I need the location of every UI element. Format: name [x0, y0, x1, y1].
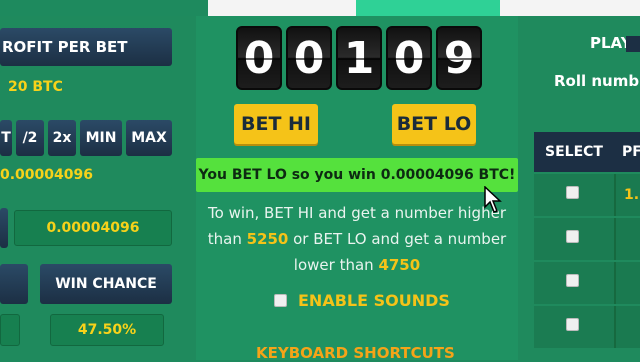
win-chance-input[interactable]: 47.50% — [50, 314, 164, 346]
bet-hi-button[interactable]: BET HI — [234, 104, 318, 144]
roll-digit: 0 — [236, 26, 282, 90]
roll-digit: 0 — [286, 26, 332, 90]
min-label: MIN — [85, 130, 117, 146]
multiplier-button-0[interactable]: T — [0, 120, 12, 156]
roll-digit: 1 — [336, 26, 382, 90]
payout-text: 0.00004096 — [46, 220, 140, 236]
bet-amount-input[interactable]: 0.00004096 — [0, 160, 172, 190]
double-label: 2x — [52, 130, 72, 146]
top-tab-active[interactable] — [356, 0, 500, 16]
lo-threshold: 4750 — [378, 256, 421, 274]
rules-line-3: lower than 4750 — [293, 256, 421, 274]
profit-value: 20 BTC — [0, 70, 172, 104]
win-chance-label: WIN CHANCE — [55, 276, 157, 292]
enable-sounds-checkbox[interactable] — [274, 294, 287, 307]
table-cell — [614, 262, 640, 304]
rules-line-1: To win, BET HI and get a number higher — [208, 204, 506, 222]
bet-lo-button[interactable]: BET LO — [392, 104, 476, 144]
side-block — [0, 264, 28, 304]
top-tab-white-2[interactable] — [500, 0, 640, 16]
select-column-header: SELECT — [534, 132, 614, 172]
table-cell — [614, 306, 640, 348]
max-button[interactable]: MAX — [126, 120, 172, 156]
win-chance-header: WIN CHANCE — [40, 264, 172, 304]
second-column-header: PF — [614, 132, 640, 172]
bet-lo-label: BET LO — [396, 113, 472, 135]
bet-amount-text: 0.00004096 — [0, 167, 93, 183]
multiplier-label: T — [1, 130, 11, 146]
halve-button[interactable]: /2 — [16, 120, 44, 156]
bet-hi-label: BET HI — [240, 113, 311, 135]
payout-field: 0.00004096 — [14, 210, 172, 246]
top-tab-white[interactable] — [208, 0, 356, 16]
roll-digit: 0 — [386, 26, 432, 90]
row-select-checkbox[interactable] — [566, 274, 579, 287]
hi-threshold: 5250 — [246, 230, 289, 248]
payout-side-label — [0, 208, 8, 248]
row-select-checkbox[interactable] — [566, 318, 579, 331]
table-cell: 1. — [614, 174, 640, 216]
roll-digit: 9 — [436, 26, 482, 90]
result-message: You BET LO so you win 0.00004096 BTC! — [198, 167, 516, 183]
enable-sounds-label[interactable]: ENABLE SOUNDS — [298, 291, 450, 310]
max-label: MAX — [131, 130, 167, 146]
double-button[interactable]: 2x — [48, 120, 76, 156]
result-banner: You BET LO so you win 0.00004096 BTC! — [196, 158, 518, 192]
profit-per-bet-header: ROFIT PER BET — [0, 28, 172, 66]
rules-line-2: than 5250 or BET LO and get a number — [207, 230, 507, 248]
roll-counter: 0 0 1 0 9 — [236, 26, 482, 90]
table-cell — [614, 218, 640, 260]
win-chance-text: 47.50% — [77, 322, 137, 338]
play-toggle[interactable] — [626, 36, 640, 52]
select-header-label: SELECT — [545, 144, 603, 160]
roll-number-label: Roll numb — [554, 72, 640, 90]
min-button[interactable]: MIN — [80, 120, 122, 156]
top-strip-left — [0, 0, 208, 16]
profit-value-text: 20 BTC — [8, 79, 63, 95]
halve-label: /2 — [22, 130, 38, 146]
rules-info: To win, BET HI and get a number higher t… — [196, 200, 518, 280]
keyboard-shortcuts-link[interactable]: KEYBOARD SHORTCUTS — [256, 344, 455, 362]
row-select-checkbox[interactable] — [566, 186, 579, 199]
profit-per-bet-label: ROFIT PER BET — [2, 38, 128, 56]
second-header-label: PF — [622, 144, 640, 160]
row-select-checkbox[interactable] — [566, 230, 579, 243]
side-field — [0, 314, 20, 346]
mouse-cursor-icon — [484, 185, 504, 214]
